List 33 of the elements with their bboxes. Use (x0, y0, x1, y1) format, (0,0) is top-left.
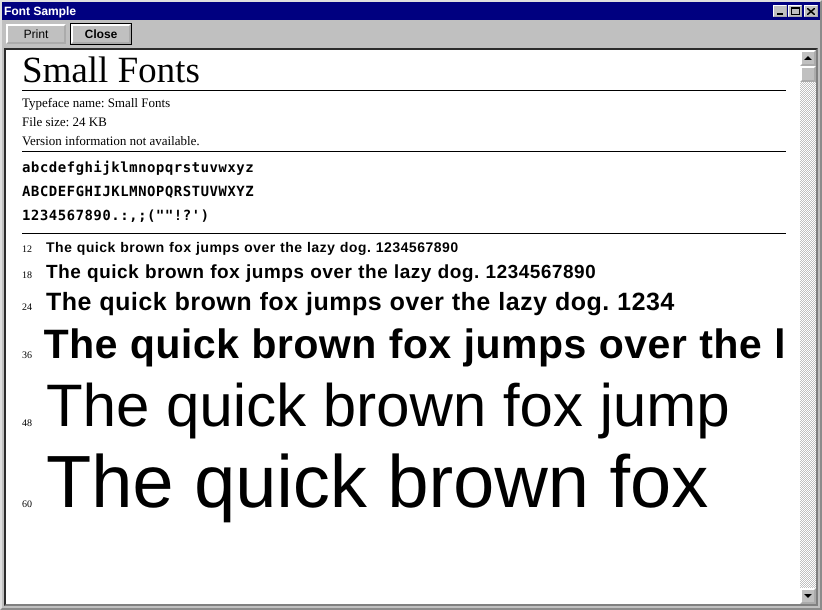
close-button[interactable] (804, 5, 818, 17)
point-size-label: 60 (22, 499, 33, 510)
maximize-icon (790, 7, 800, 15)
character-set-line: ABCDEFGHIJKLMNOPQRSTUVWXYZ (22, 183, 254, 202)
close-icon (807, 8, 815, 14)
minimize-button[interactable] (773, 5, 787, 17)
scroll-up-button[interactable] (800, 50, 816, 66)
sample-text: The quick brown fox jump (46, 374, 730, 438)
sample-text: The quick brown fox jumps over the l (44, 323, 786, 366)
up-arrow-icon (804, 56, 812, 60)
toolbar-button[interactable]: Print (6, 24, 66, 44)
sample-text: The quick brown fox (46, 443, 708, 521)
font-info-line: Version information not available. (22, 132, 200, 150)
sample-text: The quick brown fox jumps over the lazy dog. 1234 (46, 288, 675, 316)
scrollbar[interactable] (800, 50, 816, 604)
sample-text: The quick brown fox jumps over the lazy dog. 1234567890 (46, 240, 459, 255)
toolbar-button[interactable]: Close (71, 24, 131, 44)
point-size-label: 12 (22, 244, 33, 255)
scroll-thumb[interactable] (800, 66, 816, 82)
character-set-line: 1234567890.:,;(""!?') (22, 207, 210, 226)
maximize-button[interactable] (788, 5, 802, 17)
window-title: Font Sample (4, 4, 78, 18)
character-set-line: abcdefghijklmnopqrstuvwxyz (22, 159, 254, 178)
font-info-line: Typeface name: Small Fonts (22, 94, 170, 112)
point-size-label: 24 (22, 302, 33, 313)
sample-text: The quick brown fox jumps over the lazy dog. 1234567890 (46, 263, 596, 283)
font-info-line: File size: 24 KB (22, 113, 107, 131)
point-size-label: 18 (22, 270, 33, 281)
down-arrow-icon (804, 594, 812, 598)
scroll-down-button[interactable] (800, 588, 816, 604)
point-size-label: 36 (22, 350, 33, 362)
font-name-heading: Small Fonts (22, 52, 786, 91)
point-size-label: 48 (22, 418, 33, 430)
